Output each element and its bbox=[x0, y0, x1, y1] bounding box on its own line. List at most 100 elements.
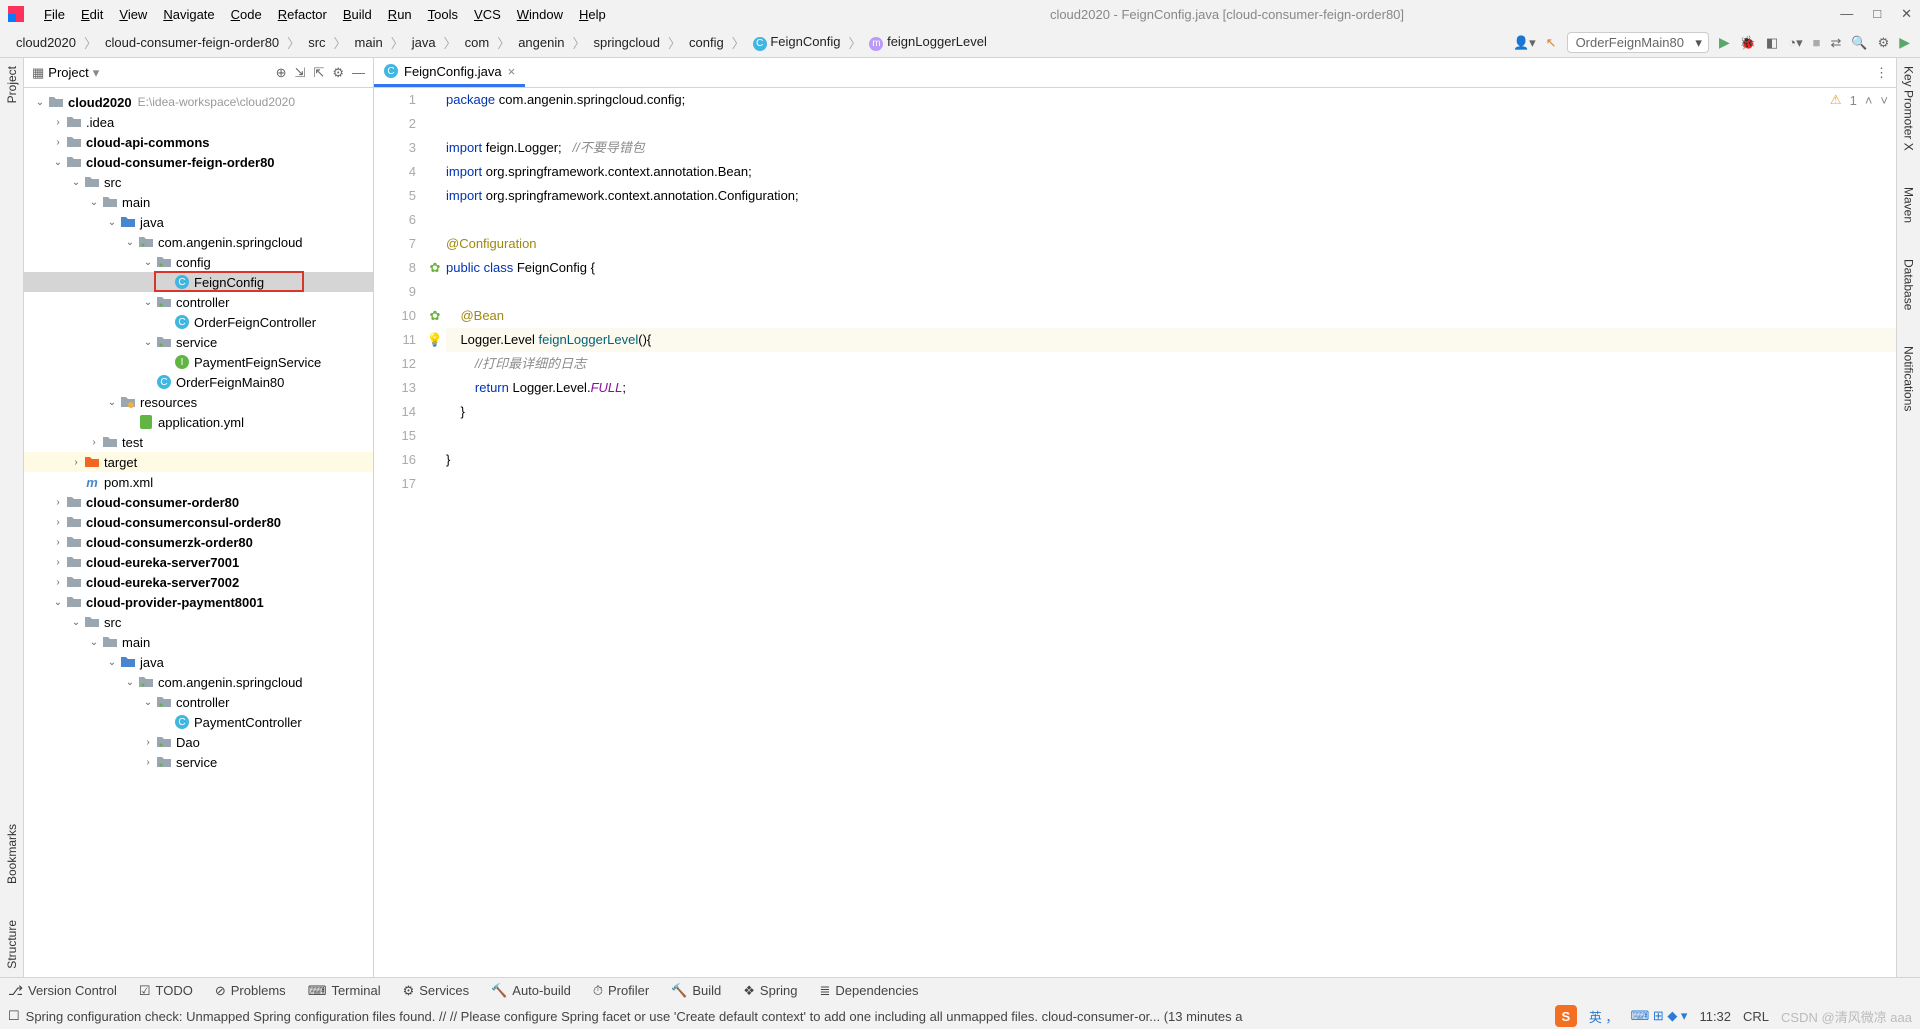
user-icon[interactable]: 👤▾ bbox=[1513, 35, 1536, 51]
crumb-5[interactable]: com bbox=[459, 35, 496, 50]
tool-services[interactable]: ⚙Services bbox=[403, 983, 470, 999]
menu-tools[interactable]: Tools bbox=[420, 7, 466, 22]
crumb-6[interactable]: angenin bbox=[512, 35, 570, 50]
expand-all-icon[interactable]: ⇲ bbox=[295, 65, 306, 81]
crumb-9[interactable]: C FeignConfig bbox=[747, 34, 847, 51]
menu-navigate[interactable]: Navigate bbox=[155, 7, 222, 22]
run-icon[interactable]: ▶ bbox=[1719, 34, 1730, 51]
stop-icon[interactable]: ■ bbox=[1813, 35, 1821, 50]
tree-item-cloud-consumerzk-order80[interactable]: ›cloud-consumerzk-order80 bbox=[24, 532, 373, 552]
collapse-all-icon[interactable]: ⇱ bbox=[313, 65, 324, 81]
right-tool-notifications[interactable]: Notifications bbox=[1902, 346, 1916, 411]
tree-item-orderfeignmain80[interactable]: COrderFeignMain80 bbox=[24, 372, 373, 392]
tree-item-test[interactable]: ›test bbox=[24, 432, 373, 452]
tree-item-dao[interactable]: ›Dao bbox=[24, 732, 373, 752]
tool-auto-build[interactable]: 🔨Auto-build bbox=[491, 983, 571, 999]
crumb-8[interactable]: config bbox=[683, 35, 730, 50]
right-tool-database[interactable]: Database bbox=[1902, 259, 1916, 310]
ime-icons[interactable]: ⌨ ⊞ ◆ ▾ bbox=[1630, 1008, 1687, 1024]
tree-item-orderfeigncontroller[interactable]: COrderFeignController bbox=[24, 312, 373, 332]
tree-item-cloud-consumer-order80[interactable]: ›cloud-consumer-order80 bbox=[24, 492, 373, 512]
tree-item-src[interactable]: ⌄src bbox=[24, 612, 373, 632]
crumb-4[interactable]: java bbox=[406, 35, 442, 50]
tree-item-service[interactable]: ›service bbox=[24, 752, 373, 772]
menu-vcs[interactable]: VCS bbox=[466, 7, 509, 22]
build-back-icon[interactable]: ↖ bbox=[1546, 35, 1557, 51]
run-config-selector[interactable]: OrderFeignMain80 bbox=[1567, 32, 1709, 53]
status-icon[interactable]: ☐ bbox=[8, 1008, 20, 1024]
code-content[interactable]: package com.angenin.springcloud.config; … bbox=[446, 88, 1896, 977]
tree-item-paymentfeignservice[interactable]: IPaymentFeignService bbox=[24, 352, 373, 372]
menu-edit[interactable]: Edit bbox=[73, 7, 111, 22]
menu-view[interactable]: View bbox=[111, 7, 155, 22]
close-icon[interactable]: ✕ bbox=[1901, 6, 1912, 22]
tab-close-icon[interactable]: × bbox=[508, 64, 516, 79]
coverage-icon[interactable]: ◧ bbox=[1766, 35, 1778, 51]
tree-item-target[interactable]: ›target bbox=[24, 452, 373, 472]
settings-icon[interactable]: ⚙ bbox=[1878, 35, 1890, 51]
left-tool-structure[interactable]: Structure bbox=[5, 920, 19, 969]
tree-item-cloud-consumer-feign-order80[interactable]: ⌄cloud-consumer-feign-order80 bbox=[24, 152, 373, 172]
tree-item-paymentcontroller[interactable]: CPaymentController bbox=[24, 712, 373, 732]
right-tool-keypromoter[interactable]: Key Promoter X bbox=[1902, 66, 1916, 151]
project-tree[interactable]: ⌄cloud2020E:\idea-workspace\cloud2020›.i… bbox=[24, 88, 373, 977]
left-tool-bookmarks[interactable]: Bookmarks bbox=[5, 824, 19, 884]
select-opened-icon[interactable]: ⊕ bbox=[276, 65, 287, 81]
tool-dependencies[interactable]: ≣Dependencies bbox=[820, 983, 919, 999]
left-tool-project[interactable]: Project bbox=[5, 66, 19, 103]
tree-item-config[interactable]: ⌄config bbox=[24, 252, 373, 272]
run-anything-icon[interactable]: ▶ bbox=[1899, 34, 1910, 51]
tree-item-feignconfig[interactable]: CFeignConfig bbox=[24, 272, 373, 292]
tree-item-controller[interactable]: ⌄controller bbox=[24, 292, 373, 312]
tree-item-cloud2020[interactable]: ⌄cloud2020E:\idea-workspace\cloud2020 bbox=[24, 92, 373, 112]
menu-file[interactable]: File bbox=[36, 7, 73, 22]
tree-item-application-yml[interactable]: application.yml bbox=[24, 412, 373, 432]
right-tool-maven[interactable]: Maven bbox=[1902, 187, 1916, 223]
prev-highlight-icon[interactable]: ˄ bbox=[1865, 93, 1873, 108]
editor-inspection-status[interactable]: ⚠ 1 ˄ ˅ bbox=[1830, 92, 1888, 108]
tabs-more-icon[interactable]: ⋮ bbox=[1875, 65, 1888, 81]
menu-help[interactable]: Help bbox=[571, 7, 614, 22]
tool-profiler[interactable]: ⏱Profiler bbox=[593, 983, 649, 999]
crumb-7[interactable]: springcloud bbox=[588, 35, 667, 50]
crumb-3[interactable]: main bbox=[349, 35, 389, 50]
tree-item-cloud-eureka-server7001[interactable]: ›cloud-eureka-server7001 bbox=[24, 552, 373, 572]
menu-window[interactable]: Window bbox=[509, 7, 571, 22]
debug-icon[interactable]: 🐞 bbox=[1740, 35, 1756, 51]
profile-icon[interactable]: ◔▾ bbox=[1788, 35, 1802, 51]
crumb-2[interactable]: src bbox=[302, 35, 331, 50]
tab-feignconfig[interactable]: C FeignConfig.java × bbox=[374, 58, 525, 87]
translate-icon[interactable]: ⇄ bbox=[1830, 35, 1841, 51]
menu-refactor[interactable]: Refactor bbox=[270, 7, 335, 22]
tree-item-controller[interactable]: ⌄controller bbox=[24, 692, 373, 712]
tool-terminal[interactable]: ⌨Terminal bbox=[308, 983, 381, 999]
panel-settings-icon[interactable]: ⚙ bbox=[332, 65, 344, 81]
tree-item-src[interactable]: ⌄src bbox=[24, 172, 373, 192]
code-editor[interactable]: 1234567891011121314151617 ✿✿💡 package co… bbox=[374, 88, 1896, 977]
menu-build[interactable]: Build bbox=[335, 7, 380, 22]
tree-item-cloud-eureka-server7002[interactable]: ›cloud-eureka-server7002 bbox=[24, 572, 373, 592]
tool-version-control[interactable]: ⎇Version Control bbox=[8, 983, 117, 999]
tree-item-cloud-provider-payment8001[interactable]: ⌄cloud-provider-payment8001 bbox=[24, 592, 373, 612]
crumb-1[interactable]: cloud-consumer-feign-order80 bbox=[99, 35, 285, 50]
tree-item-java[interactable]: ⌄java bbox=[24, 212, 373, 232]
maximize-icon[interactable]: □ bbox=[1873, 6, 1881, 22]
tree-item-com-angenin-springcloud[interactable]: ⌄com.angenin.springcloud bbox=[24, 672, 373, 692]
tree-item-cloud-api-commons[interactable]: ›cloud-api-commons bbox=[24, 132, 373, 152]
tree-item-main[interactable]: ⌄main bbox=[24, 632, 373, 652]
tree-item-service[interactable]: ⌄service bbox=[24, 332, 373, 352]
tree-item-java[interactable]: ⌄java bbox=[24, 652, 373, 672]
menu-run[interactable]: Run bbox=[380, 7, 420, 22]
tree-item-main[interactable]: ⌄main bbox=[24, 192, 373, 212]
tree-item-com-angenin-springcloud[interactable]: ⌄com.angenin.springcloud bbox=[24, 232, 373, 252]
search-icon[interactable]: 🔍 bbox=[1851, 35, 1867, 51]
crumb-0[interactable]: cloud2020 bbox=[10, 35, 82, 50]
menu-code[interactable]: Code bbox=[223, 7, 270, 22]
hide-panel-icon[interactable]: — bbox=[352, 65, 365, 81]
tree-item-pom-xml[interactable]: mpom.xml bbox=[24, 472, 373, 492]
tool-problems[interactable]: ⊘Problems bbox=[215, 983, 286, 999]
sogou-icon[interactable]: S bbox=[1555, 1005, 1577, 1027]
tool-spring[interactable]: ❖Spring bbox=[743, 983, 797, 999]
tree-item-cloud-consumerconsul-order80[interactable]: ›cloud-consumerconsul-order80 bbox=[24, 512, 373, 532]
minimize-icon[interactable]: ― bbox=[1840, 6, 1853, 22]
